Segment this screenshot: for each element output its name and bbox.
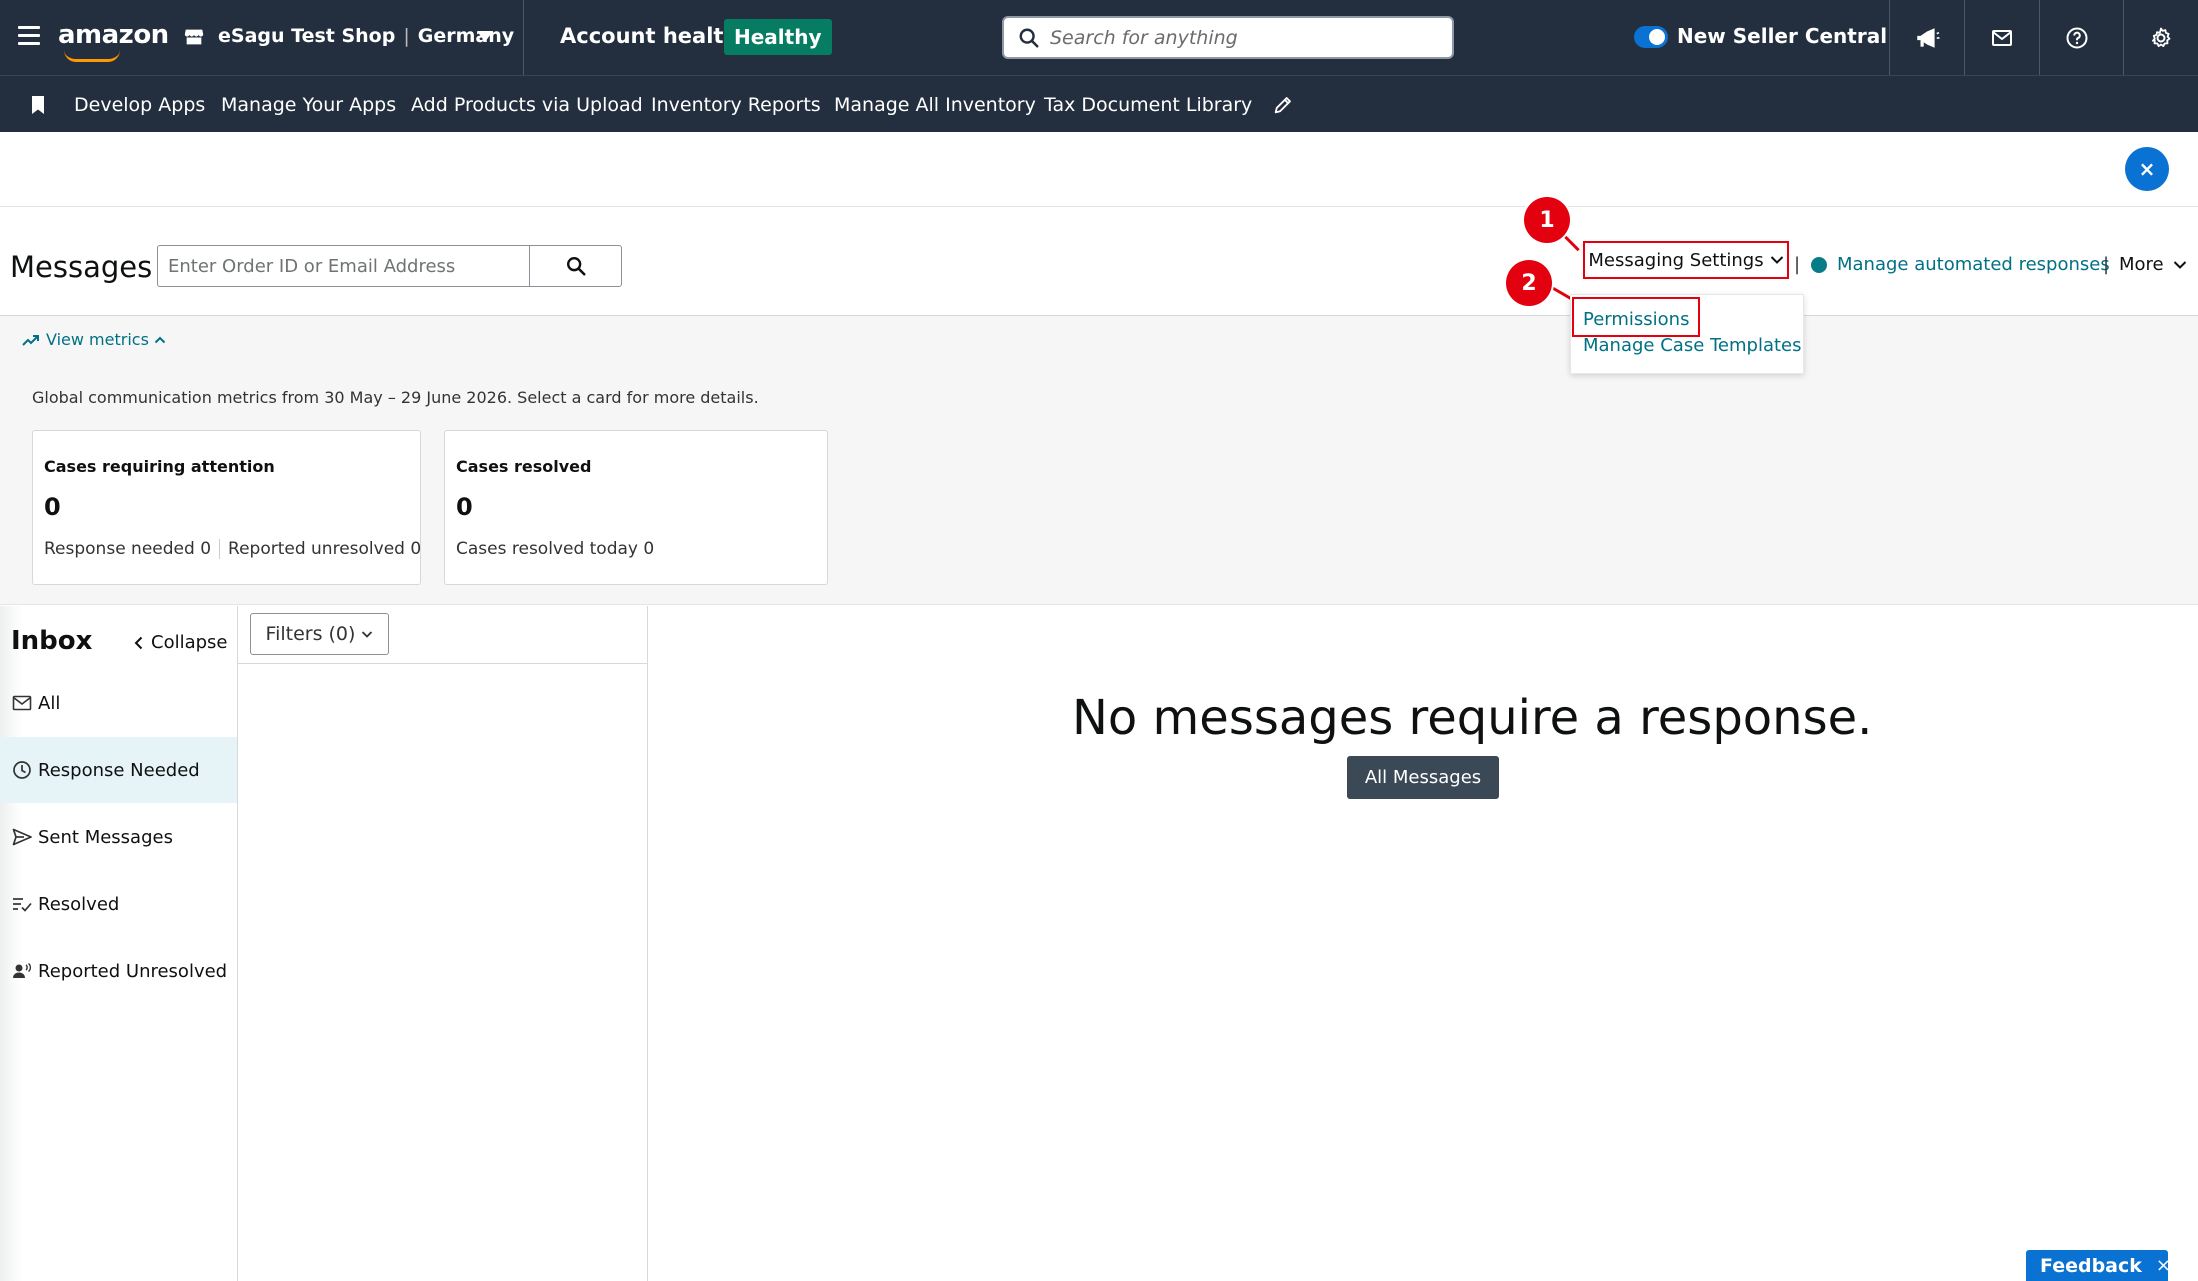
pencil-icon[interactable] — [1272, 94, 1294, 116]
divider — [523, 0, 524, 75]
message-list-column — [238, 606, 648, 1281]
card-value: 0 — [44, 493, 61, 521]
inbox-item-resolved[interactable]: Resolved — [0, 871, 237, 937]
gear-icon — [2152, 27, 2171, 47]
bookmark-inventory-reports[interactable]: Inventory Reports — [651, 94, 821, 116]
store-switcher[interactable]: eSagu Test Shop | Germany — [218, 25, 514, 47]
bookmark-add-products-via-upload[interactable]: Add Products via Upload — [411, 94, 643, 116]
metric-card-cases-resolved[interactable]: Cases resolved 0 Cases resolved today 0 — [444, 430, 828, 585]
order-search-button[interactable] — [529, 245, 622, 287]
reported-unresolved-count: Reported unresolved 0 — [228, 539, 422, 559]
empty-state-title: No messages require a response. — [1072, 690, 1873, 746]
inbox-item-label: Reported Unresolved — [38, 960, 228, 982]
card-title: Cases requiring attention — [44, 457, 275, 476]
status-dot — [1811, 257, 1827, 273]
bookmark-manage-all-inventory[interactable]: Manage All Inventory — [834, 94, 1036, 116]
inbox-title: Inbox — [11, 626, 93, 656]
manage-automated-responses-link[interactable]: Manage automated responses — [1837, 254, 2110, 275]
filters-button[interactable]: Filters (0) — [250, 613, 389, 655]
feedback-label: Feedback — [2040, 1254, 2142, 1277]
new-seller-central-label: New Seller Central — [1677, 24, 1888, 48]
manage-case-templates-menu-item[interactable]: Manage Case Templates — [1583, 335, 1802, 356]
bookmark-icon[interactable] — [30, 95, 46, 115]
mail-button[interactable] — [1964, 0, 2039, 75]
view-metrics-toggle[interactable]: View metrics — [22, 330, 172, 349]
separator: | — [2103, 254, 2110, 275]
store-name: eSagu Test Shop — [218, 25, 396, 47]
inbox-item-response-needed[interactable]: Response Needed — [0, 737, 237, 803]
close-banner-button[interactable]: × — [2125, 147, 2169, 191]
inbox-item-label: Sent Messages — [38, 826, 173, 848]
marketplace-name: Germany — [417, 25, 515, 47]
resolved-icon — [13, 898, 32, 912]
announcements-button[interactable] — [1889, 0, 1964, 75]
mail-icon — [12, 695, 32, 711]
inbox-item-all[interactable]: All — [0, 670, 237, 736]
permissions-menu-item[interactable]: Permissions — [1583, 309, 1689, 330]
amazon-logo[interactable]: amazon — [58, 20, 169, 62]
global-search-input[interactable] — [1050, 24, 1440, 52]
filters-label: Filters (0) — [265, 623, 356, 645]
more-label: More — [2119, 254, 2164, 275]
card-value: 0 — [456, 493, 473, 521]
inbox-item-label: Response Needed — [38, 759, 200, 781]
menu-icon[interactable] — [18, 26, 40, 48]
help-icon — [2066, 27, 2088, 48]
search-icon — [1019, 28, 1039, 48]
trend-up-icon — [22, 334, 39, 346]
search-icon — [566, 257, 586, 276]
metrics-description: Global communication metrics from 30 May… — [32, 388, 759, 407]
close-icon: × — [2138, 157, 2156, 181]
chevron-down-icon — [2174, 261, 2187, 269]
bookmark-develop-apps[interactable]: Develop Apps — [74, 94, 205, 116]
feedback-tab[interactable]: Feedback × — [2026, 1250, 2171, 1281]
chevron-down-icon — [1770, 256, 1783, 264]
chevron-up-icon — [154, 336, 166, 343]
annotation-badge-2: 2 — [1506, 260, 1552, 306]
view-metrics-label: View metrics — [46, 330, 149, 349]
top-navigation-bar: amazon eSagu Test Shop | Germany Account h… — [0, 0, 2198, 75]
settings-button[interactable] — [2123, 0, 2198, 75]
messaging-settings-label: Messaging Settings — [1588, 249, 1764, 271]
close-icon[interactable]: × — [2156, 1255, 2171, 1276]
chevron-left-icon — [134, 636, 143, 649]
banner-area — [0, 132, 2198, 207]
bookmark-manage-your-apps[interactable]: Manage Your Apps — [221, 94, 396, 116]
inbox-item-label: Resolved — [38, 893, 120, 915]
global-search[interactable] — [1002, 16, 1454, 59]
collapse-label: Collapse — [151, 632, 228, 653]
store-icon — [184, 29, 204, 45]
help-button[interactable] — [2039, 0, 2114, 75]
inbox-item-sent-messages[interactable]: Sent Messages — [0, 804, 237, 870]
annotation-badge-1: 1 — [1524, 197, 1570, 243]
all-messages-button[interactable]: All Messages — [1347, 756, 1499, 799]
metric-card-cases-requiring-attention[interactable]: Cases requiring attention 0 Response nee… — [32, 430, 421, 585]
inbox-item-reported-unresolved[interactable]: Reported Unresolved — [0, 938, 237, 1004]
account-health-label[interactable]: Account health — [560, 24, 738, 48]
messaging-settings-button[interactable]: Messaging Settings — [1583, 241, 1789, 279]
send-icon — [12, 828, 32, 846]
page-title: Messages — [10, 250, 153, 284]
reported-icon — [13, 962, 32, 978]
more-menu-button[interactable]: More — [2119, 254, 2187, 275]
bookmark-tax-document-library[interactable]: Tax Document Library — [1044, 94, 1252, 116]
chevron-down-icon — [362, 630, 373, 638]
mail-icon — [1992, 29, 2012, 46]
collapse-button[interactable]: Collapse — [134, 632, 228, 653]
inbox-item-label: All — [38, 692, 61, 714]
order-search-input[interactable] — [157, 245, 531, 287]
caret-down-icon[interactable] — [477, 31, 493, 42]
account-health-badge[interactable]: Healthy — [724, 19, 832, 55]
card-subtext: Cases resolved today 0 — [456, 539, 655, 559]
separator: | — [1794, 254, 1801, 275]
clock-icon — [13, 761, 31, 779]
new-seller-central-toggle[interactable] — [1634, 26, 1668, 48]
card-title: Cases resolved — [456, 457, 592, 476]
response-needed-count: Response needed 0 — [44, 539, 212, 559]
card-subtext: Response needed 0 Reported unresolved 0 — [44, 539, 421, 559]
megaphone-icon — [1917, 27, 1940, 48]
bookmark-bar: Develop Apps Manage Your Apps Add Produc… — [0, 75, 2198, 132]
